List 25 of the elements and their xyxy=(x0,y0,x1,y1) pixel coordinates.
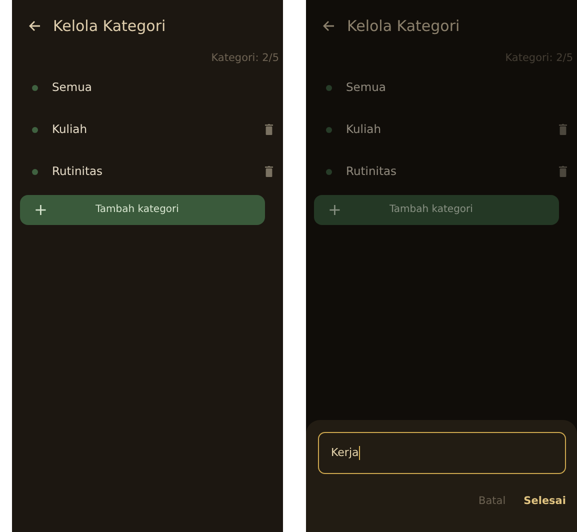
screen-title: Kelola Kategori xyxy=(347,16,460,37)
text-field[interactable]: Kerja xyxy=(318,432,566,474)
bullet-dot xyxy=(326,84,332,91)
screen-title: Kelola Kategori xyxy=(53,16,166,37)
category-name: Rutinitas xyxy=(346,163,398,180)
done-button[interactable]: Selesai xyxy=(524,494,566,510)
bullet-dot xyxy=(326,168,332,175)
category-name: Semua xyxy=(346,79,387,96)
back-icon[interactable] xyxy=(322,20,335,32)
trash-icon[interactable] xyxy=(559,166,567,178)
trash-icon[interactable] xyxy=(265,124,273,136)
bullet-dot xyxy=(32,84,38,91)
trash-icon[interactable] xyxy=(559,124,567,136)
add-category-button[interactable]: + Tambah kategori xyxy=(314,194,559,225)
category-counter: Kategori: 2/5 xyxy=(211,52,279,64)
category-name: Semua xyxy=(52,79,93,96)
bullet-dot xyxy=(32,168,38,175)
back-icon[interactable] xyxy=(28,20,41,32)
add-category-button[interactable]: + Tambah kategori xyxy=(20,194,265,225)
category-name: Rutinitas xyxy=(52,163,104,180)
trash-icon[interactable] xyxy=(265,166,273,178)
bullet-dot xyxy=(326,126,332,133)
category-name: Kuliah xyxy=(346,121,382,138)
category-name: Kuliah xyxy=(52,121,88,138)
bullet-dot xyxy=(32,126,38,133)
